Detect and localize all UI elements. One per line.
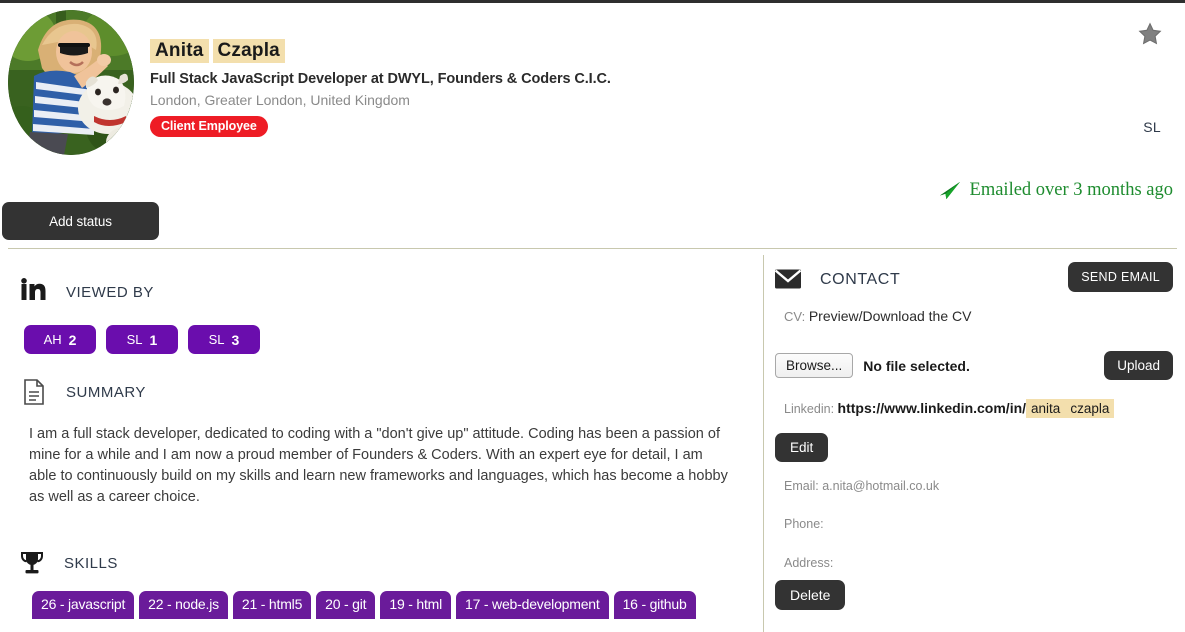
skills-title: SKILLS <box>64 554 118 572</box>
profile-photo-image <box>8 10 134 155</box>
summary-title: SUMMARY <box>66 383 146 401</box>
contact-title: CONTACT <box>820 271 901 288</box>
viewer-initials: AH <box>43 332 62 347</box>
viewed-by-badges: AH 2 SL 1 SL 3 <box>24 325 260 354</box>
header-divider <box>8 248 1177 249</box>
contact-section-header: CONTACT <box>774 266 900 294</box>
email-field-line: Email: a.nita@hotmail.co.uk <box>784 479 940 493</box>
left-column: VIEWED BY AH 2 SL 1 SL 3 SUMMARY I am a … <box>0 256 760 632</box>
skill-tag[interactable]: 21 - html5 <box>232 591 312 619</box>
linkedin-row: Linkedin: https://www.linkedin.com/in/an… <box>784 399 1115 418</box>
emailed-status-text: Emailed over 3 months ago <box>969 180 1173 200</box>
viewer-count: 1 <box>149 331 158 348</box>
linkedin-slug-last: czapla <box>1065 399 1115 418</box>
skills-tag-list: 26 - javascript 22 - node.js 21 - html5 … <box>32 591 696 619</box>
skill-tag[interactable]: 16 - github <box>613 591 696 619</box>
cv-preview-download-link[interactable]: Preview/Download the CV <box>809 308 972 324</box>
add-status-button[interactable]: Add status <box>2 202 159 240</box>
viewed-by-section-header: VIEWED BY <box>20 278 154 306</box>
name-first: Anita <box>150 39 209 63</box>
skill-tag[interactable]: 20 - git <box>316 591 376 619</box>
status-badge: Client Employee <box>150 116 268 137</box>
profile-name: Anita Czapla <box>150 39 850 63</box>
owner-initials: SL <box>1143 119 1161 135</box>
trophy-icon <box>21 552 43 574</box>
viewer-count: 2 <box>68 331 77 348</box>
paper-plane-icon <box>939 181 960 199</box>
phone-field-line: Phone: <box>784 517 824 531</box>
skill-tag[interactable]: 26 - javascript <box>32 591 135 619</box>
address-field-line: Address: <box>784 556 834 570</box>
edit-button[interactable]: Edit <box>775 433 829 462</box>
star-icon[interactable] <box>1137 21 1163 47</box>
emailed-status: Emailed over 3 months ago <box>938 180 1173 201</box>
identity-block: Anita Czapla Full Stack JavaScript Develo… <box>150 39 850 137</box>
delete-button[interactable]: Delete <box>775 580 846 610</box>
contact-panel: CONTACT SEND EMAIL CV: Preview/Download … <box>764 256 1185 632</box>
name-last: Czapla <box>212 39 285 63</box>
viewed-by-title: VIEWED BY <box>66 283 154 301</box>
send-email-button[interactable]: SEND EMAIL <box>1068 262 1173 292</box>
viewer-initials: SL <box>208 332 225 347</box>
upload-button[interactable]: Upload <box>1104 351 1173 380</box>
viewer-badge[interactable]: SL 1 <box>106 325 178 354</box>
skill-tag[interactable]: 22 - node.js <box>139 591 228 619</box>
cv-label: CV: <box>784 309 806 324</box>
viewer-count: 3 <box>231 331 240 348</box>
skill-tag[interactable]: 19 - html <box>380 591 452 619</box>
envelope-icon <box>774 269 802 289</box>
document-icon <box>24 379 44 405</box>
skill-tag[interactable]: 17 - web-development <box>456 591 609 619</box>
no-file-selected-label: No file selected. <box>863 357 970 374</box>
profile-location: London, Greater London, United Kingdom <box>150 92 410 108</box>
linkedin-label: Linkedin: <box>784 402 835 416</box>
viewer-badge[interactable]: AH 2 <box>24 325 96 354</box>
summary-text: I am a full stack developer, dedicated t… <box>29 426 728 505</box>
browse-button[interactable]: Browse... <box>775 353 854 378</box>
cv-row: CV: Preview/Download the CV <box>784 308 971 324</box>
viewer-badge[interactable]: SL 3 <box>188 325 260 354</box>
linkedin-icon <box>21 278 46 300</box>
skills-section-header: SKILLS <box>18 549 118 577</box>
summary-section-header: SUMMARY <box>20 378 146 406</box>
profile-header: Anita Czapla Full Stack JavaScript Develo… <box>0 3 1185 248</box>
profile-headline: Full Stack JavaScript Developer at DWYL,… <box>150 71 611 87</box>
star-glyph <box>1138 22 1162 45</box>
viewer-initials: SL <box>126 332 143 347</box>
avatar <box>8 10 134 155</box>
linkedin-slug-first: anita <box>1026 399 1066 418</box>
linkedin-url[interactable]: https://www.linkedin.com/in/ <box>838 400 1027 416</box>
